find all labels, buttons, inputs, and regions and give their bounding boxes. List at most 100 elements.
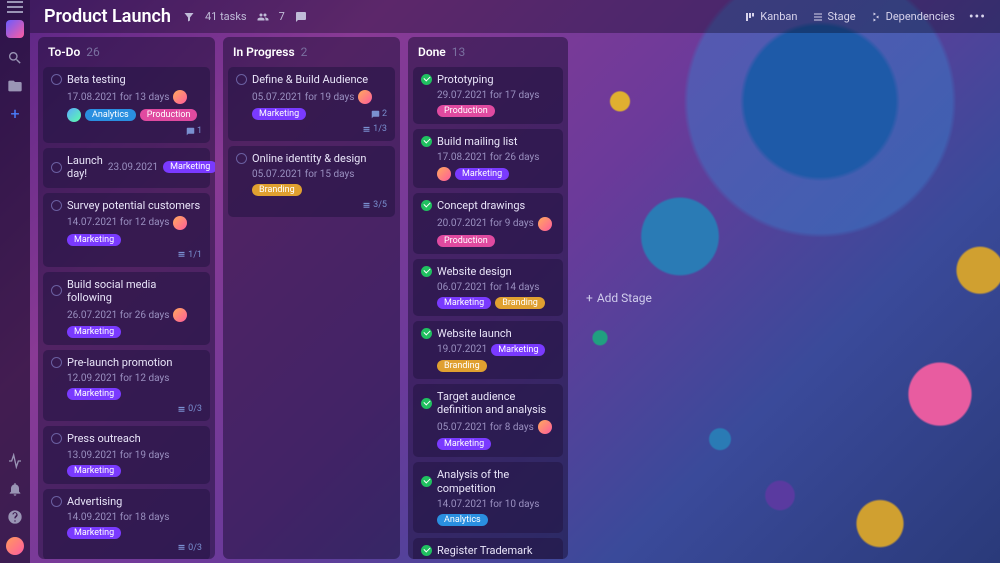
workspace-logo[interactable]: [6, 20, 24, 38]
assignee-avatar[interactable]: [358, 90, 372, 104]
tag: Analytics: [85, 109, 136, 121]
task-card[interactable]: Target audience definition and analysis0…: [413, 384, 563, 457]
task-card[interactable]: Define & Build Audience05.07.2021 for 19…: [228, 67, 395, 141]
assignee-avatar[interactable]: [437, 167, 451, 181]
tag: Marketing: [252, 108, 306, 120]
task-title: Prototyping: [437, 73, 494, 86]
task-title: Website launch: [437, 327, 512, 340]
folder-icon[interactable]: [7, 78, 23, 94]
task-date: 17.08.2021 for 26 days: [437, 152, 539, 163]
tag: Marketing: [437, 297, 491, 309]
subtask-badge[interactable]: 0/3: [177, 543, 202, 553]
task-title: Define & Build Audience: [252, 73, 368, 86]
status-icon[interactable]: [421, 200, 432, 211]
task-card[interactable]: Register Trademark07.07.2021 for 2 days3…: [413, 538, 563, 559]
task-card[interactable]: Beta testing 17.08.2021 for 13 days Analyt…: [43, 67, 210, 143]
status-icon[interactable]: [421, 74, 432, 85]
task-date: 05.07.2021 for 8 days: [437, 422, 534, 433]
task-card[interactable]: Website launch 19.07.2021 Marketing Brandin…: [413, 321, 563, 379]
status-icon[interactable]: [421, 328, 432, 339]
tag: Branding: [437, 360, 487, 372]
task-card[interactable]: Survey potential customers14.07.2021 for…: [43, 193, 210, 267]
view-kanban[interactable]: Kanban: [744, 10, 797, 23]
tag: Branding: [495, 297, 545, 309]
user-avatar[interactable]: [6, 537, 24, 555]
status-icon[interactable]: [51, 285, 62, 296]
plus-icon: +: [586, 291, 593, 305]
column-to-do: To-Do26Beta testing17.08.2021 for 13 day…: [38, 37, 215, 559]
help-icon[interactable]: [7, 509, 23, 525]
task-card[interactable]: Prototyping29.07.2021 for 17 daysProduct…: [413, 67, 563, 124]
subtask-badge[interactable]: 1/3: [362, 124, 387, 134]
status-icon[interactable]: [421, 398, 432, 409]
column-count: 2: [301, 45, 308, 59]
chat-icon[interactable]: [295, 11, 307, 23]
task-card[interactable]: Build mailing list17.08.2021 for 26 days…: [413, 129, 563, 188]
subtask-badge[interactable]: 0/3: [177, 404, 202, 414]
task-date: 14.07.2021 for 12 days: [67, 217, 169, 228]
status-icon[interactable]: [421, 136, 432, 147]
task-title: Analysis of the competition: [437, 468, 555, 494]
tag: Marketing: [437, 438, 491, 450]
status-icon[interactable]: [51, 496, 62, 507]
status-icon[interactable]: [236, 74, 247, 85]
project-title: Product Launch: [44, 6, 171, 27]
task-date: 17.08.2021 for 13 days: [67, 92, 169, 103]
task-title: Pre-launch promotion: [67, 356, 172, 369]
assignee-avatar[interactable]: [67, 108, 81, 122]
subtask-badge[interactable]: 1/1: [177, 250, 202, 260]
kanban-board: To-Do26Beta testing17.08.2021 for 13 day…: [30, 33, 1000, 563]
tag: Marketing: [455, 168, 509, 180]
view-dependencies[interactable]: Dependencies: [870, 10, 955, 23]
task-card[interactable]: Build social media following26.07.2021 f…: [43, 272, 210, 345]
column-title: In Progress: [233, 45, 295, 59]
assignee-avatar[interactable]: [173, 90, 187, 104]
status-icon[interactable]: [236, 153, 247, 164]
column-title: To-Do: [48, 45, 80, 59]
status-icon[interactable]: [51, 433, 62, 444]
task-card[interactable]: Advertising14.09.2021 for 18 daysMarketi…: [43, 489, 210, 560]
task-date: 26.07.2021 for 26 days: [67, 310, 169, 321]
activity-icon[interactable]: [7, 453, 23, 469]
bell-icon[interactable]: [7, 481, 23, 497]
status-icon[interactable]: [421, 266, 432, 277]
task-date: 20.07.2021 for 9 days: [437, 218, 534, 229]
more-icon[interactable]: •••: [969, 9, 986, 25]
add-stage-button[interactable]: + Add Stage: [576, 37, 662, 559]
task-card[interactable]: Launch day!23.09.2021Marketing: [43, 148, 210, 187]
task-date: 14.09.2021 for 18 days: [67, 512, 169, 523]
comments-badge[interactable]: 2: [371, 109, 387, 119]
task-card[interactable]: Online identity & design05.07.2021 for 1…: [228, 146, 395, 217]
add-icon[interactable]: +: [10, 106, 19, 122]
status-icon[interactable]: [421, 476, 432, 487]
status-icon[interactable]: [51, 162, 62, 173]
search-icon[interactable]: [7, 50, 23, 66]
task-date: 23.09.2021: [108, 162, 158, 173]
subtask-badge[interactable]: 3/5: [362, 200, 387, 210]
assignee-avatar[interactable]: [173, 308, 187, 322]
task-card[interactable]: Concept drawings20.07.2021 for 9 daysPro…: [413, 193, 563, 253]
assignee-avatar[interactable]: [173, 216, 187, 230]
status-icon[interactable]: [51, 357, 62, 368]
filter-icon[interactable]: [183, 11, 195, 23]
tag: Production: [437, 235, 495, 247]
status-icon[interactable]: [51, 200, 62, 211]
view-stage[interactable]: Stage: [812, 10, 856, 23]
tag: Marketing: [491, 344, 545, 356]
task-card[interactable]: Website design06.07.2021 for 14 daysMark…: [413, 259, 563, 316]
task-date: 06.07.2021 for 14 days: [437, 282, 539, 293]
status-icon[interactable]: [421, 545, 432, 556]
assignee-avatar[interactable]: [538, 217, 552, 231]
status-icon[interactable]: [51, 74, 62, 85]
assignee-avatar[interactable]: [538, 420, 552, 434]
people-icon[interactable]: [257, 11, 269, 23]
column-title: Done: [418, 45, 446, 59]
menu-icon[interactable]: [7, 6, 23, 8]
task-date: 19.07.2021: [437, 344, 487, 355]
tag: Marketing: [67, 234, 121, 246]
comments-badge[interactable]: 1: [186, 126, 202, 136]
task-card[interactable]: Analysis of the competition14.07.2021 fo…: [413, 462, 563, 532]
task-card[interactable]: Press outreach13.09.2021 for 19 daysMark…: [43, 426, 210, 483]
task-card[interactable]: Pre-launch promotion12.09.2021 for 12 da…: [43, 350, 210, 421]
task-title: Beta testing: [67, 73, 126, 86]
